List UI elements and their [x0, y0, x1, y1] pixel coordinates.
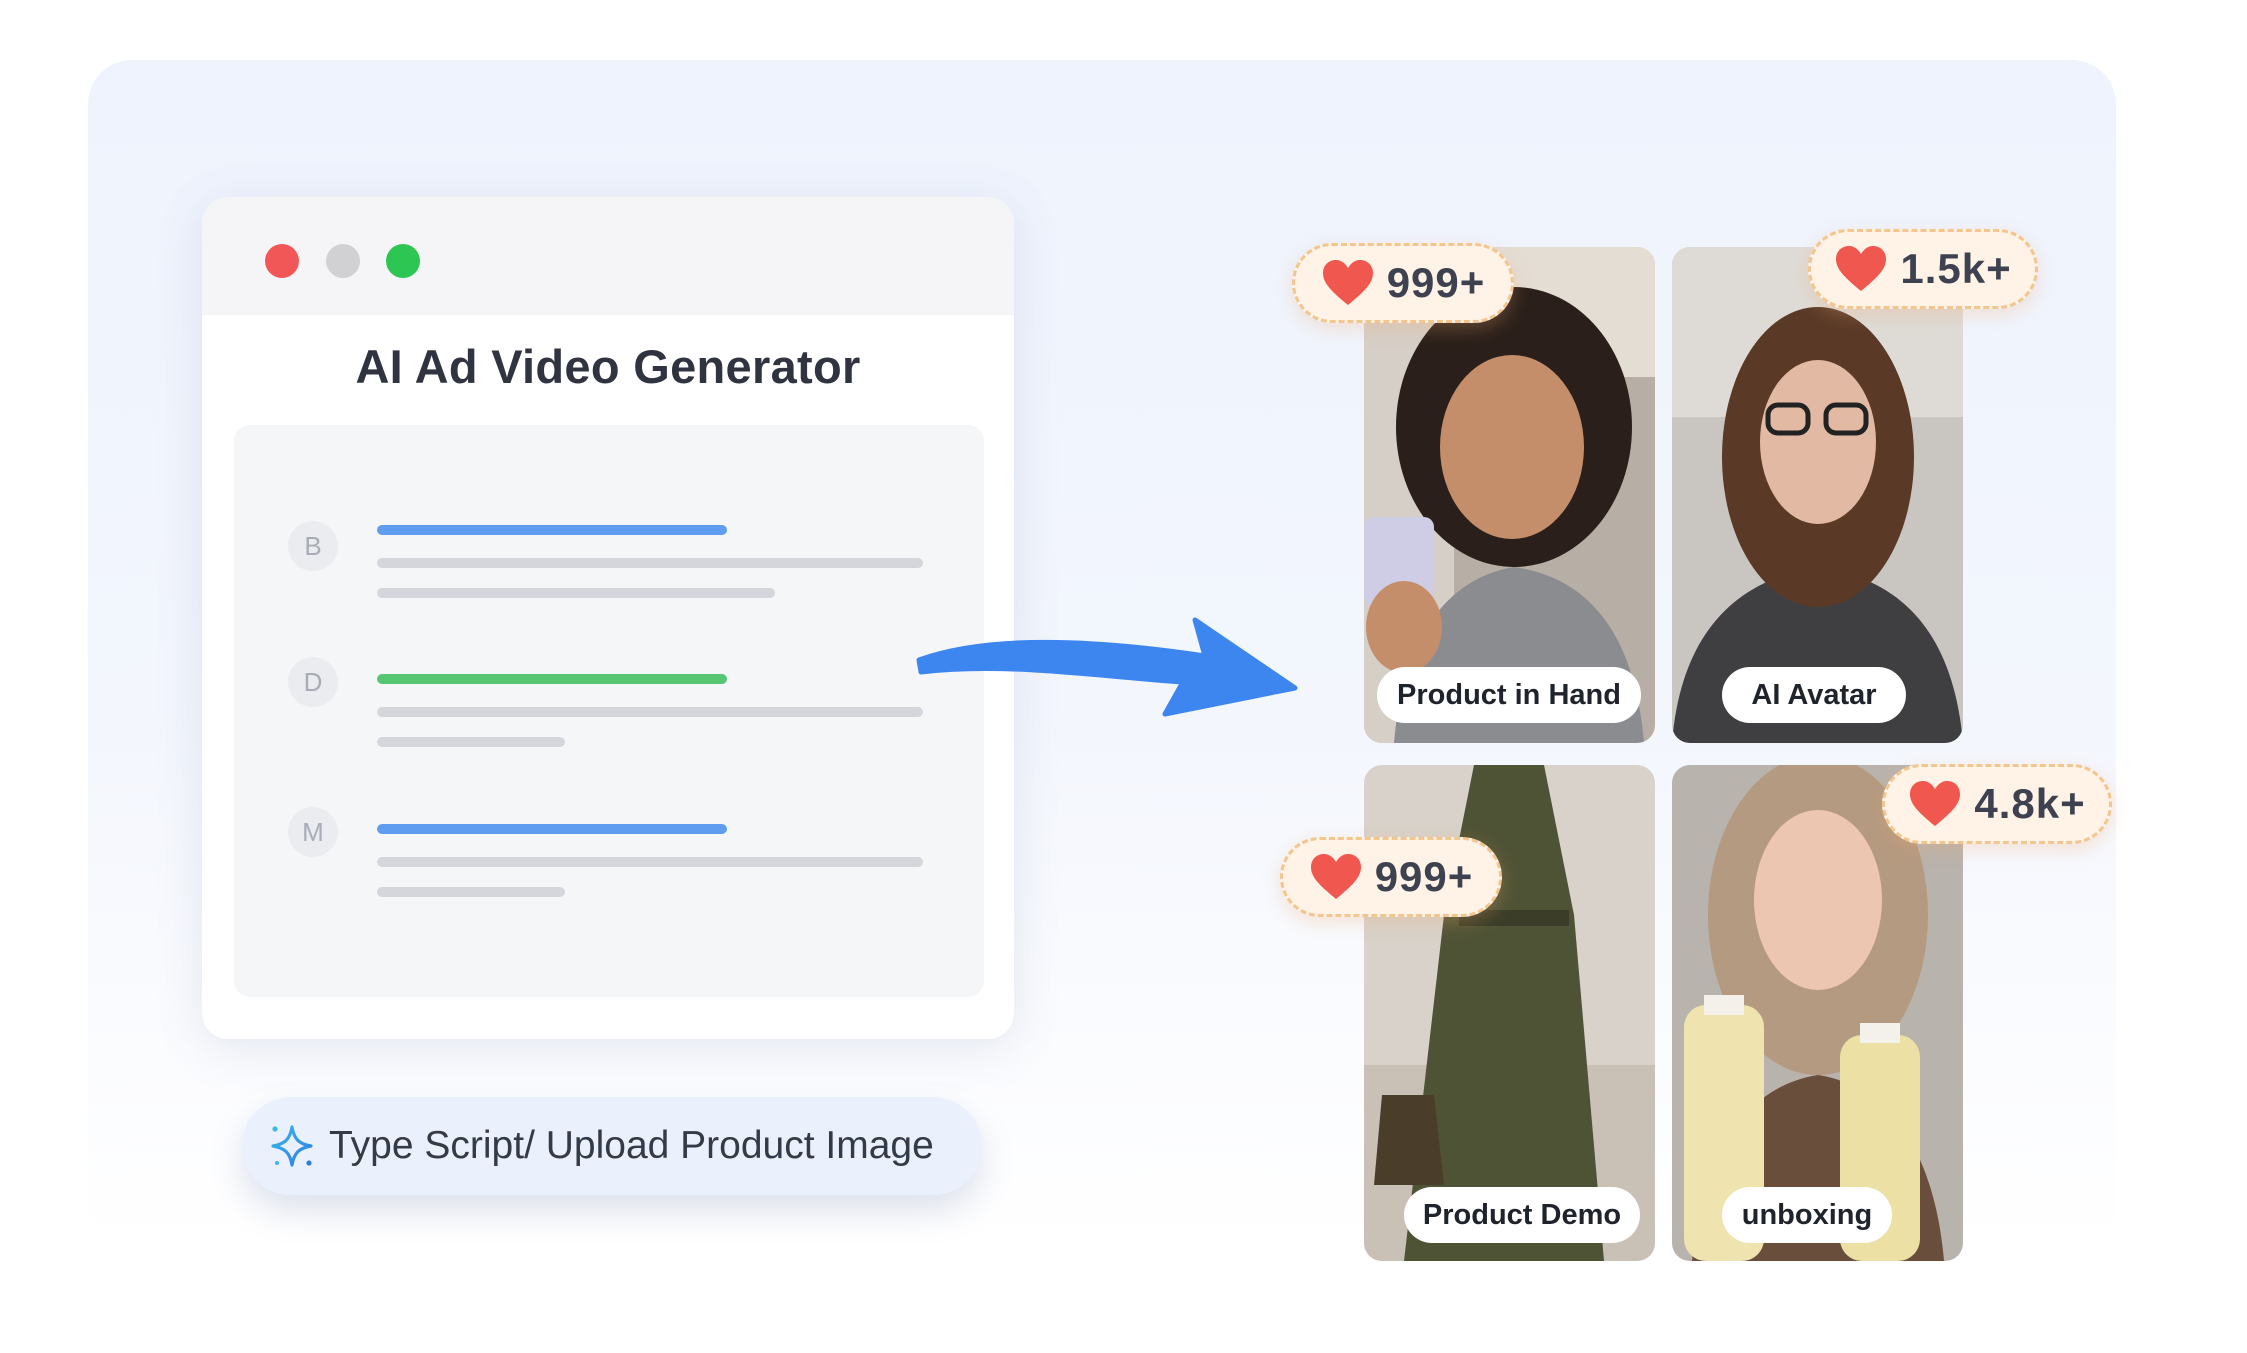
- minimize-window-button[interactable]: [326, 244, 360, 278]
- row-m-accent-line: [377, 824, 727, 834]
- likes-badge: 4.8k+: [1882, 764, 2112, 844]
- close-window-button[interactable]: [265, 244, 299, 278]
- video-label: Product in Hand: [1377, 667, 1641, 723]
- video-card-ai-avatar[interactable]: AI Avatar: [1672, 247, 1963, 743]
- row-avatar-m: M: [288, 807, 338, 857]
- sparkle-icon: [271, 1125, 313, 1167]
- video-label: AI Avatar: [1722, 667, 1906, 723]
- likes-count: 999+: [1386, 259, 1486, 306]
- row-b-text-line: [377, 558, 923, 568]
- heart-icon: [1910, 781, 1961, 826]
- heart-icon: [1310, 854, 1361, 899]
- row-avatar-b: B: [288, 521, 338, 571]
- likes-count: 999+: [1374, 853, 1474, 900]
- script-panel: B D M: [234, 425, 984, 997]
- row-m-text-line: [377, 857, 923, 867]
- video-label: Product Demo: [1404, 1187, 1640, 1243]
- app-window: AI Ad Video Generator B D M: [202, 197, 1014, 1039]
- video-label: unboxing: [1722, 1187, 1892, 1243]
- flow-arrow-icon: [916, 617, 1298, 717]
- row-d-text-line: [377, 707, 923, 717]
- heart-icon: [1836, 246, 1887, 291]
- input-placeholder: Type Script/ Upload Product Image: [329, 1124, 934, 1167]
- likes-badge: 999+: [1280, 837, 1502, 917]
- heart-icon: [1322, 260, 1373, 305]
- script-upload-input[interactable]: Type Script/ Upload Product Image: [242, 1097, 982, 1195]
- likes-badge: 999+: [1292, 243, 1514, 323]
- row-b-accent-line: [377, 525, 727, 535]
- likes-count: 1.5k+: [1900, 245, 2012, 292]
- row-avatar-d: D: [288, 657, 338, 707]
- window-title: AI Ad Video Generator: [355, 340, 861, 393]
- window-titlebar: [202, 197, 1014, 315]
- row-m-text-line: [377, 887, 565, 897]
- likes-badge: 1.5k+: [1808, 229, 2038, 309]
- likes-count: 4.8k+: [1974, 780, 2086, 827]
- maximize-window-button[interactable]: [386, 244, 420, 278]
- row-d-accent-line: [377, 674, 727, 684]
- row-d-text-line: [377, 737, 565, 747]
- row-b-text-line: [377, 588, 775, 598]
